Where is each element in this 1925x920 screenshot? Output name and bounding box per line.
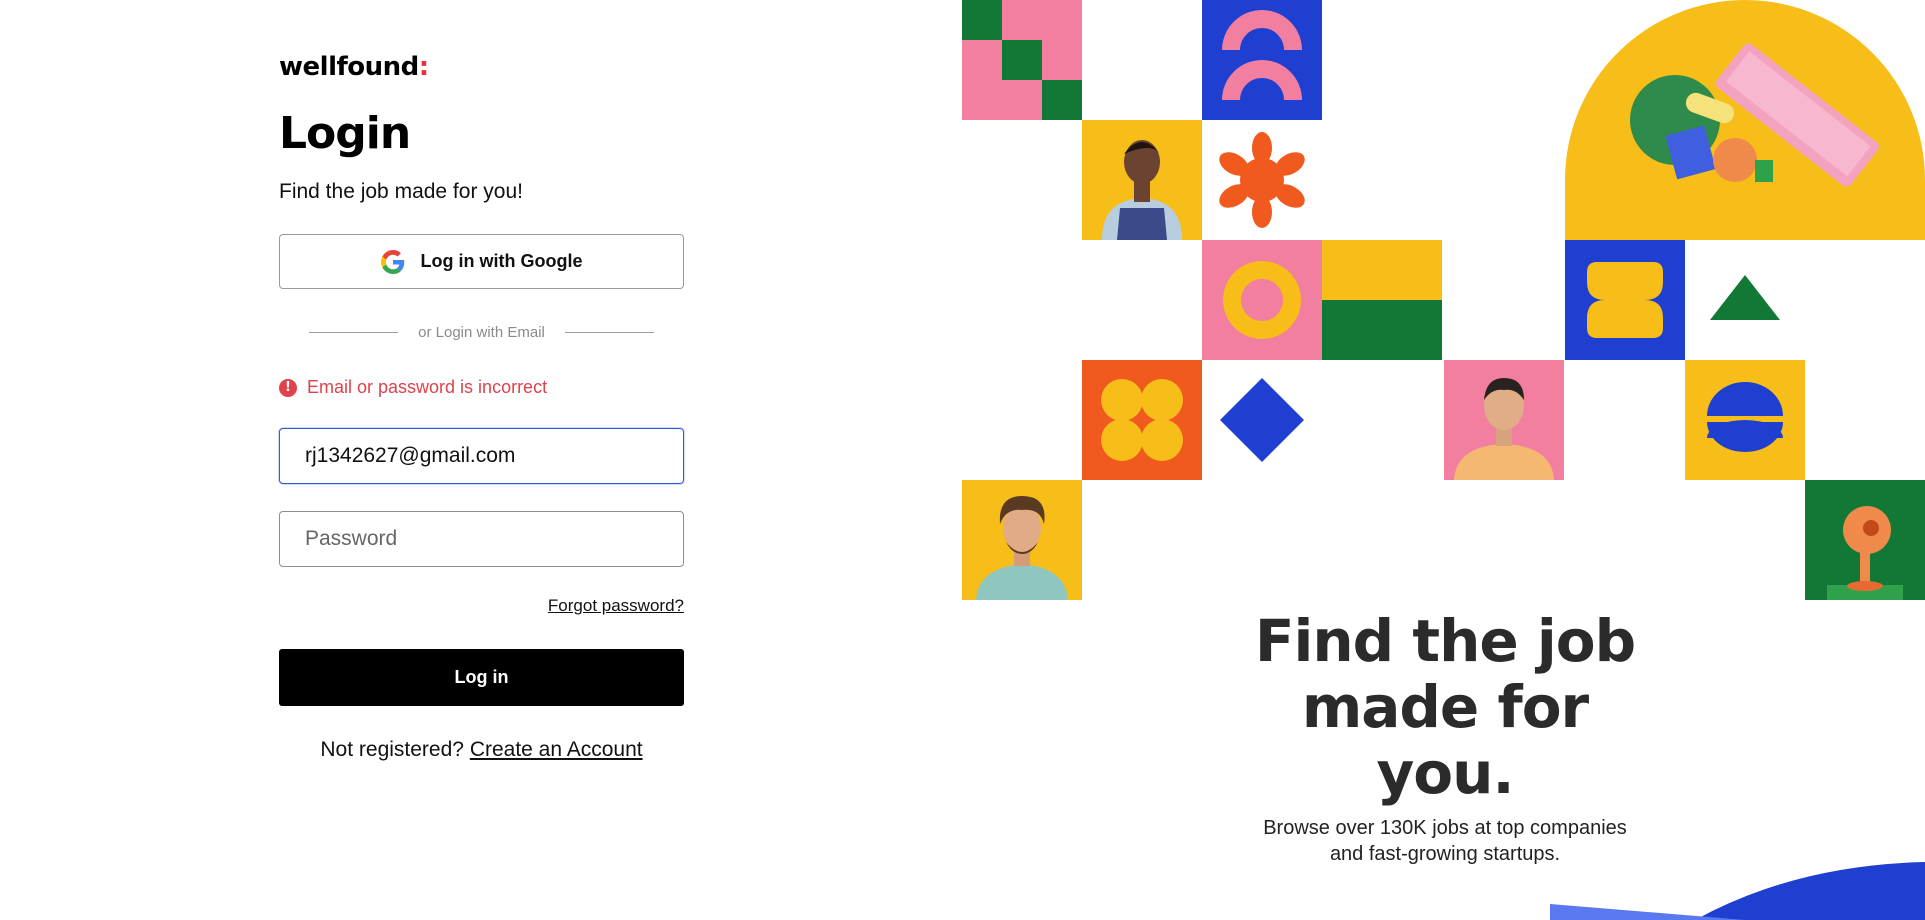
triangle-tile <box>1685 240 1805 360</box>
checker-tile <box>962 0 1082 120</box>
google-login-label: Log in with Google <box>420 251 583 271</box>
promo-headline-line-3: you. <box>1376 739 1515 807</box>
password-field[interactable] <box>279 511 684 567</box>
email-field[interactable] <box>279 428 684 484</box>
email-divider: or Login with Email <box>309 322 655 342</box>
split-tile <box>1322 240 1442 360</box>
webcam-tile <box>1805 480 1925 600</box>
create-account-link[interactable]: Create an Account <box>470 738 643 761</box>
google-login-button[interactable]: Log in with Google <box>279 234 684 289</box>
promo-subline-line-2: and fast-growing startups. <box>1329 843 1561 865</box>
page-title: Login <box>279 108 411 159</box>
login-button[interactable]: Log in <box>279 649 684 706</box>
bottom-shape <box>1545 860 1925 920</box>
not-registered-text: Not registered? <box>320 738 464 761</box>
promo-headline-line-2: made for <box>1301 673 1589 741</box>
person-woman-tile <box>1082 120 1202 240</box>
promo-headline-line-1: Find the job <box>1254 607 1636 675</box>
four-circles-tile <box>1082 360 1202 480</box>
divider-line-left <box>309 331 399 333</box>
ring-tile <box>1202 240 1322 360</box>
wellfound-logo[interactable]: wellfound: <box>279 52 429 82</box>
divider-text: or Login with Email <box>418 323 545 341</box>
promo-headline: Find the job made for you. <box>1220 608 1670 806</box>
error-message: Email or password is incorrect <box>307 377 548 397</box>
register-prompt: Not registered? Create an Account <box>279 738 684 762</box>
forgot-password-link[interactable]: Forgot password? <box>548 596 684 616</box>
promo-subline: Browse over 130K jobs at top companies a… <box>1200 815 1690 867</box>
person-curly-tile <box>962 480 1082 600</box>
login-error: ! Email or password is incorrect <box>279 377 547 398</box>
person-man-tile <box>1444 360 1564 480</box>
asterisk-tile <box>1202 120 1322 240</box>
error-icon: ! <box>279 378 297 397</box>
google-icon <box>380 249 404 274</box>
divider-line-right <box>564 331 655 333</box>
promo-subline-line-1: Browse over 130K jobs at top companies <box>1263 817 1627 839</box>
keyboard-illustration <box>1565 0 1925 240</box>
diamond-tile <box>1202 360 1322 480</box>
logo-text: wellfound <box>279 52 419 82</box>
logo-colon: : <box>418 52 429 82</box>
half-discs-tile <box>1685 360 1805 480</box>
arches-tile <box>1202 0 1322 120</box>
page-subtitle: Find the job made for you! <box>279 180 523 203</box>
rounded-eight-tile <box>1565 240 1685 360</box>
